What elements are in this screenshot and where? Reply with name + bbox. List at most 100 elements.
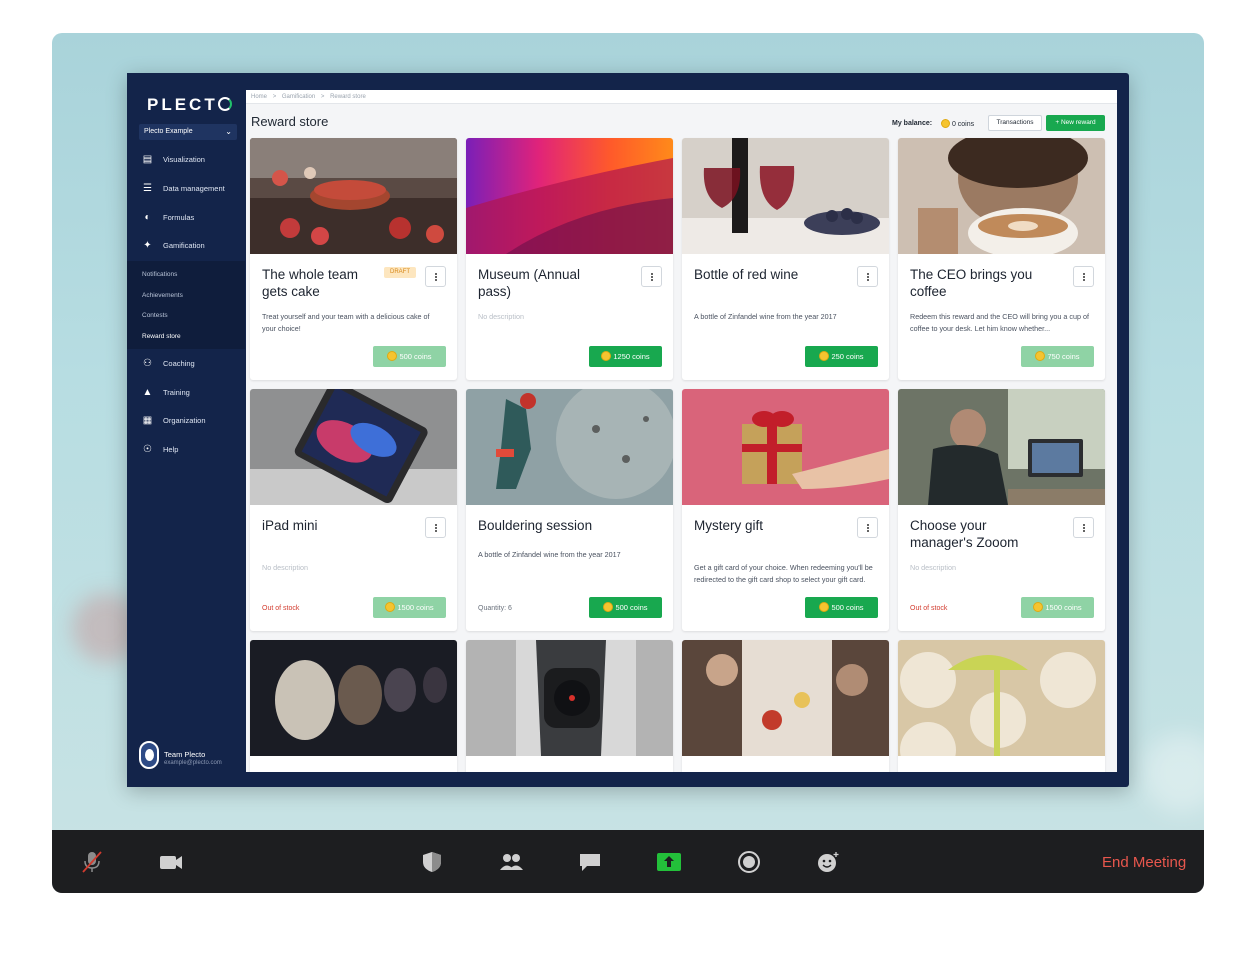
reward-description: No description [478,312,524,321]
breadcrumb-home[interactable]: Home [251,94,267,100]
redeem-button[interactable]: 1500 coins [373,597,446,618]
breadcrumb-separator: > [320,94,325,100]
reward-title: Museum (Annual pass) [478,267,581,299]
org-select-label: Plecto Example [144,128,193,135]
page-header: Reward store My balance: 0 coins Transac… [246,104,1117,134]
stock-status: Out of stock [910,605,948,612]
sidebar-item-label: Formulas [163,213,195,222]
reward-card[interactable]: Bouldering session A bottle of Zinfandel… [466,389,673,631]
card-menu-button[interactable] [425,266,446,287]
redeem-button[interactable]: 1500 coins [1021,597,1094,618]
sidebar-item-label: Training [163,388,190,397]
reward-card[interactable] [466,640,673,772]
coin-icon [387,351,398,361]
subnav-item-notifications[interactable]: Notifications [142,271,177,278]
main-content: Home > Gamification > Reward store Rewar… [246,90,1117,772]
org-select[interactable]: Plecto Example ⌄ [139,124,237,140]
reward-description: Treat yourself and your team with a deli… [262,312,430,333]
avatar [139,741,159,769]
sidebar-item-visualization[interactable]: ▤ Visualization [127,149,245,171]
stock-status: Out of stock [262,605,300,612]
end-meeting-button[interactable]: End Meeting [1102,854,1186,871]
plecto-logo[interactable]: PLECT [147,95,232,115]
subnav-item-reward-store[interactable]: Reward store [142,333,181,340]
share-screen-icon[interactable] [656,850,682,874]
record-icon[interactable] [736,850,762,874]
gift-image [682,389,889,505]
card-menu-button[interactable] [857,266,878,287]
redeem-button[interactable]: 500 coins [373,346,446,367]
card-menu-button[interactable] [641,266,662,287]
sidebar-item-data-management[interactable]: ☰ Data management [127,178,245,200]
card-menu-button[interactable] [425,517,446,538]
sidebar-item-help[interactable]: ☉ Help [127,439,245,461]
sidebar-item-training[interactable]: ▲ Training [127,382,245,404]
reward-card[interactable]: Choose your manager's Zooom No descripti… [898,389,1105,631]
page-title: Reward store [251,114,329,129]
reward-card[interactable]: The CEO brings you coffee Redeem this re… [898,138,1105,380]
reward-card[interactable]: The whole team gets cake DRAFT Treat you… [250,138,457,380]
reward-card[interactable]: Bottle of red wine A bottle of Zinfandel… [682,138,889,380]
shared-screen: PLECT Plecto Example ⌄ ▤ Visualization ☰… [127,73,1129,787]
coin-icon [819,351,830,361]
user-email: example@plecto.com [164,760,222,766]
reward-title: Bouldering session [478,518,593,533]
wine-image [682,138,889,254]
breadcrumb-separator: > [272,94,277,100]
sidebar-item-organization[interactable]: ▦ Organization [127,410,245,432]
card-menu-button[interactable] [1073,266,1094,287]
redeem-button[interactable]: 500 coins [805,597,878,618]
gamepad-icon: ✦ [143,240,152,251]
user-profile[interactable]: Team Plecto example@plecto.com [139,741,239,771]
reward-card[interactable]: Museum (Annual pass) No description 1250… [466,138,673,380]
participants-icon[interactable] [498,850,524,874]
gamification-subnav: Notifications Achievements Contests Rewa… [127,261,245,349]
chat-icon[interactable] [577,850,603,874]
dinner-party-image [682,640,889,756]
balance-label: My balance: [892,120,933,127]
manager-zoom-image [898,389,1105,505]
shield-icon[interactable] [419,850,445,874]
mic-muted-icon[interactable] [79,850,105,874]
reward-card[interactable] [682,640,889,772]
reward-card[interactable] [250,640,457,772]
coin-icon [385,602,396,612]
quantity-label: Quantity: 6 [478,605,512,612]
sidebar-item-label: Visualization [163,155,205,164]
subnav-item-achievements[interactable]: Achievements [142,292,183,299]
museum-image [466,138,673,254]
reward-card[interactable] [898,640,1105,772]
redeem-button[interactable]: 500 coins [589,597,662,618]
breadcrumb-current: Reward store [330,94,366,100]
redeem-button[interactable]: 1250 coins [589,346,662,367]
draft-badge: DRAFT [384,267,416,278]
reward-title: The CEO brings you coffee [910,267,1033,299]
sidebar-item-formulas[interactable]: ◐ Formulas [127,207,245,229]
reward-description: Get a gift card of your choice. When red… [694,563,873,584]
new-reward-button[interactable]: + New reward [1046,115,1105,131]
bar-chart-icon: ▤ [142,154,153,165]
card-menu-button[interactable] [1073,517,1094,538]
reward-description: No description [910,563,956,572]
breadcrumb-gamification[interactable]: Gamification [282,94,315,100]
reactions-icon[interactable] [815,850,841,874]
subnav-item-contests[interactable]: Contests [142,312,168,319]
reward-card[interactable]: iPad mini No description Out of stock 15… [250,389,457,631]
sidebar: PLECT Plecto Example ⌄ ▤ Visualization ☰… [127,73,245,787]
redeem-button[interactable]: 750 coins [1021,346,1094,367]
reward-description: Redeem this reward and the CEO will brin… [910,312,1089,333]
balance-value: 0 coins [941,119,974,128]
redeem-button[interactable]: 250 coins [805,346,878,367]
reward-card[interactable]: Mystery gift Get a gift card of your cho… [682,389,889,631]
graduation-cap-icon: ▲ [142,387,153,398]
transactions-button[interactable]: Transactions [988,115,1042,131]
sidebar-item-label: Data management [163,184,225,193]
video-camera-icon[interactable] [158,850,184,874]
sidebar-item-gamification[interactable]: ✦ Gamification [127,235,245,257]
card-menu-button[interactable] [857,517,878,538]
reward-description: A bottle of Zinfandel wine from the year… [694,312,837,321]
building-icon: ▦ [142,415,153,426]
coin-icon [941,119,950,128]
sidebar-item-coaching[interactable]: ⚇ Coaching [127,353,245,375]
ipad-image [250,389,457,505]
